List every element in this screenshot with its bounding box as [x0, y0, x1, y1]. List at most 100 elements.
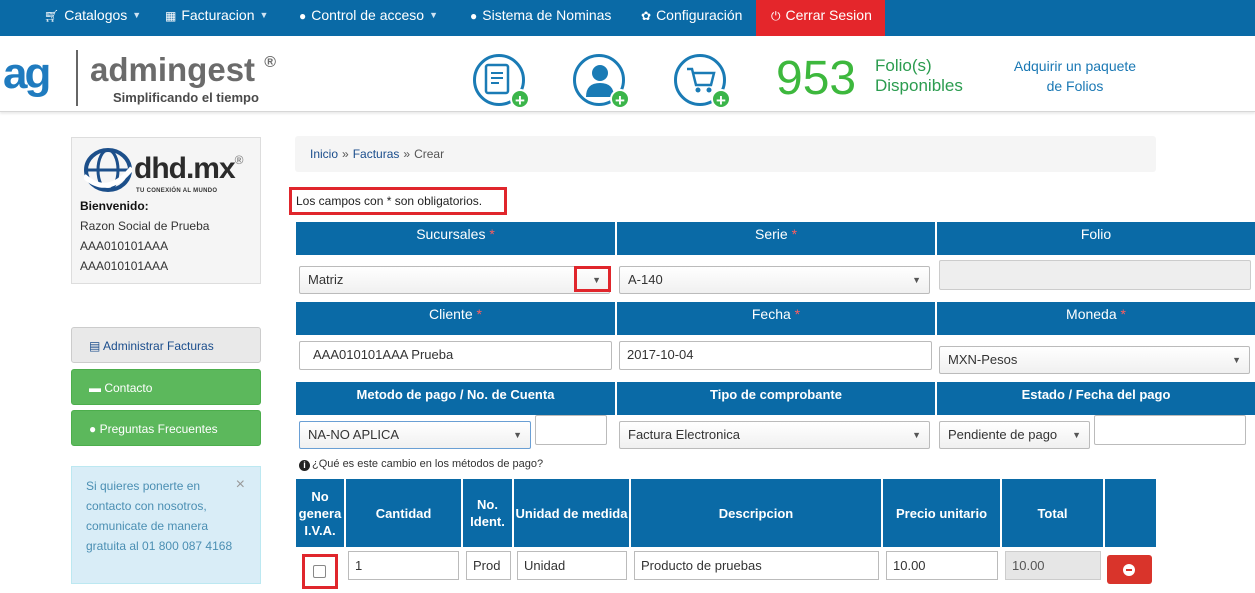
folio-count: 953 — [776, 52, 857, 105]
brand-logo-short: ag — [3, 49, 51, 98]
top-navbar: 🛒︎ Catalogos ▼ ▦ Facturacion ▼ ● Control de a… — [0, 0, 1255, 36]
gear-icon: ✿ — [641, 9, 652, 23]
faq-label: Preguntas Frecuentes — [99, 422, 218, 436]
buy-folios-line1: Adquirir un paquete — [1013, 58, 1137, 74]
new-client-shortcut[interactable]: + — [573, 54, 630, 110]
fecha-pago-input[interactable] — [1094, 415, 1246, 445]
col-no-ident: No. Ident. — [463, 479, 514, 547]
required-mark: * — [476, 306, 482, 322]
breadcrumb-current: Crear — [414, 147, 445, 161]
unidad-input[interactable]: Unidad — [517, 551, 627, 580]
tipo-comprobante-select[interactable]: Factura Electronica ▼ — [619, 421, 930, 449]
required-mark: * — [794, 306, 801, 322]
serie-label: Serie — [754, 226, 788, 242]
nav-facturacion[interactable]: ▦ Facturacion ▼ — [165, 0, 268, 36]
folio-label: Folio(s) Disponibles — [875, 56, 963, 96]
header-serie: Serie * — [617, 222, 935, 255]
metodo-pago-value: NA-NO APLICA — [308, 427, 400, 442]
nav-nominas-label: Sistema de Nominas — [482, 7, 612, 23]
col-no-iva: No genera I.V.A. — [296, 479, 346, 547]
nav-catalogos-label: Catalogos — [64, 7, 128, 23]
header-metodo-pago: Metodo de pago / No. de Cuenta — [296, 382, 615, 415]
breadcrumb: Inicio» Facturas» Crear — [295, 136, 1156, 172]
admin-invoices-button[interactable]: ▤ Administrar Facturas — [71, 327, 261, 363]
nav-catalogos[interactable]: 🛒︎ Catalogos ▼ — [44, 0, 141, 36]
company-logo-tagline: TU CONEXIÓN AL MUNDO — [136, 188, 218, 194]
plus-icon: + — [510, 89, 530, 110]
company-logo-name: dhd.mx® — [134, 152, 243, 186]
metodo-pago-select[interactable]: NA-NO APLICA ▼ — [299, 421, 531, 449]
precio-input[interactable]: 10.00 — [886, 551, 998, 580]
nav-control-acceso[interactable]: ● Control de acceso ▼ — [299, 0, 438, 36]
close-icon[interactable]: × — [236, 475, 245, 495]
invoice-icon — [484, 63, 510, 95]
question-icon: ● — [89, 422, 97, 436]
folio-field-label: Folio — [1080, 226, 1112, 242]
new-product-shortcut[interactable]: + — [674, 54, 731, 110]
chevron-down-icon: ▼ — [1072, 430, 1081, 440]
fecha-input[interactable]: 2017-10-04 — [619, 341, 932, 370]
chevron-down-icon: ▼ — [912, 275, 921, 285]
numero-cuenta-input[interactable] — [535, 415, 607, 445]
remove-row-button[interactable] — [1107, 555, 1152, 584]
chevron-down-icon: ▼ — [912, 430, 921, 440]
tipo-comprobante-value: Factura Electronica — [628, 427, 740, 442]
company-logo-name-text: dhd.mx — [134, 152, 236, 185]
col-unidad: Unidad de medida — [514, 479, 631, 547]
cliente-input[interactable]: AAA010101AAA Prueba — [299, 341, 612, 370]
required-mark: * — [1120, 306, 1126, 322]
breadcrumb-home[interactable]: Inicio — [310, 147, 338, 161]
serie-select[interactable]: A-140 ▼ — [619, 266, 930, 294]
breadcrumb-facturas[interactable]: Facturas — [353, 147, 400, 161]
buy-folios-line2: de Folios — [1046, 78, 1104, 94]
cantidad-input[interactable]: 1 — [348, 551, 459, 580]
cart-icon: 🛒︎ — [44, 9, 60, 23]
header-folio: Folio — [937, 222, 1255, 255]
new-invoice-shortcut[interactable]: + — [473, 54, 530, 110]
razon-social: Razon Social de Prueba — [80, 219, 210, 233]
user-icon: ● — [299, 9, 307, 23]
no-ident-input[interactable]: Prod — [466, 551, 511, 580]
highlight-no-iva — [302, 554, 338, 589]
estado-pago-value: Pendiente de pago — [948, 427, 1058, 442]
payment-method-info-link[interactable]: i ¿Qué es este cambio en los métodos de p… — [299, 458, 543, 471]
rfc-1: AAA010101AAA — [80, 239, 169, 253]
header-tipo-comprobante: Tipo de comprobante — [617, 382, 935, 415]
sucursal-select[interactable]: Matriz ▼ — [299, 266, 610, 294]
total-field: 10.00 — [1005, 551, 1101, 580]
logout-button[interactable]: ⏻ Cerrar Sesion — [756, 0, 885, 36]
estado-pago-select[interactable]: Pendiente de pago ▼ — [939, 421, 1090, 449]
nav-nominas[interactable]: ● Sistema de Nominas — [470, 0, 611, 36]
user-icon: ● — [470, 9, 478, 23]
nav-configuracion[interactable]: ✿ Configuración — [641, 0, 742, 36]
rfc-2: AAA010101AAA — [80, 259, 169, 273]
header-sucursales: Sucursales * — [296, 222, 615, 255]
required-mark: * — [489, 226, 495, 242]
chevron-down-icon: ▼ — [1232, 355, 1241, 365]
info-icon: i — [299, 460, 310, 471]
contact-info-text: Si quieres ponerte en contacto con nosot… — [86, 479, 233, 553]
nav-configuracion-label: Configuración — [656, 7, 743, 23]
descripcion-input[interactable]: Producto de pruebas — [634, 551, 879, 580]
brand-divider — [76, 50, 78, 106]
chat-icon: ▬ — [89, 381, 101, 395]
contact-info-alert: Si quieres ponerte en contacto con nosot… — [71, 466, 261, 584]
col-descripcion: Descripcion — [631, 479, 883, 547]
contact-button[interactable]: ▬ Contacto — [71, 369, 261, 405]
buy-folios-link[interactable]: Adquirir un paquete de Folios — [1006, 56, 1144, 96]
payment-method-info-text: ¿Qué es este cambio en los métodos de pa… — [312, 458, 544, 470]
breadcrumb-sep: » — [342, 147, 349, 161]
faq-button[interactable]: ● Preguntas Frecuentes — [71, 410, 261, 446]
plus-icon: + — [610, 89, 630, 110]
minus-circle-icon — [1123, 564, 1135, 576]
header-fecha: Fecha * — [617, 302, 935, 335]
folio-input[interactable] — [939, 260, 1251, 290]
moneda-value: MXN-Pesos — [948, 352, 1018, 367]
nav-control-acceso-label: Control de acceso — [311, 7, 425, 23]
brand-name: admingest ® — [90, 46, 276, 87]
moneda-select[interactable]: MXN-Pesos ▼ — [939, 346, 1250, 374]
serie-value: A-140 — [628, 272, 663, 287]
breadcrumb-sep: » — [403, 147, 411, 161]
app-header: ag admingest ® Simplificando el tiempo +… — [0, 36, 1255, 112]
logout-label: Cerrar Sesion — [785, 7, 872, 23]
